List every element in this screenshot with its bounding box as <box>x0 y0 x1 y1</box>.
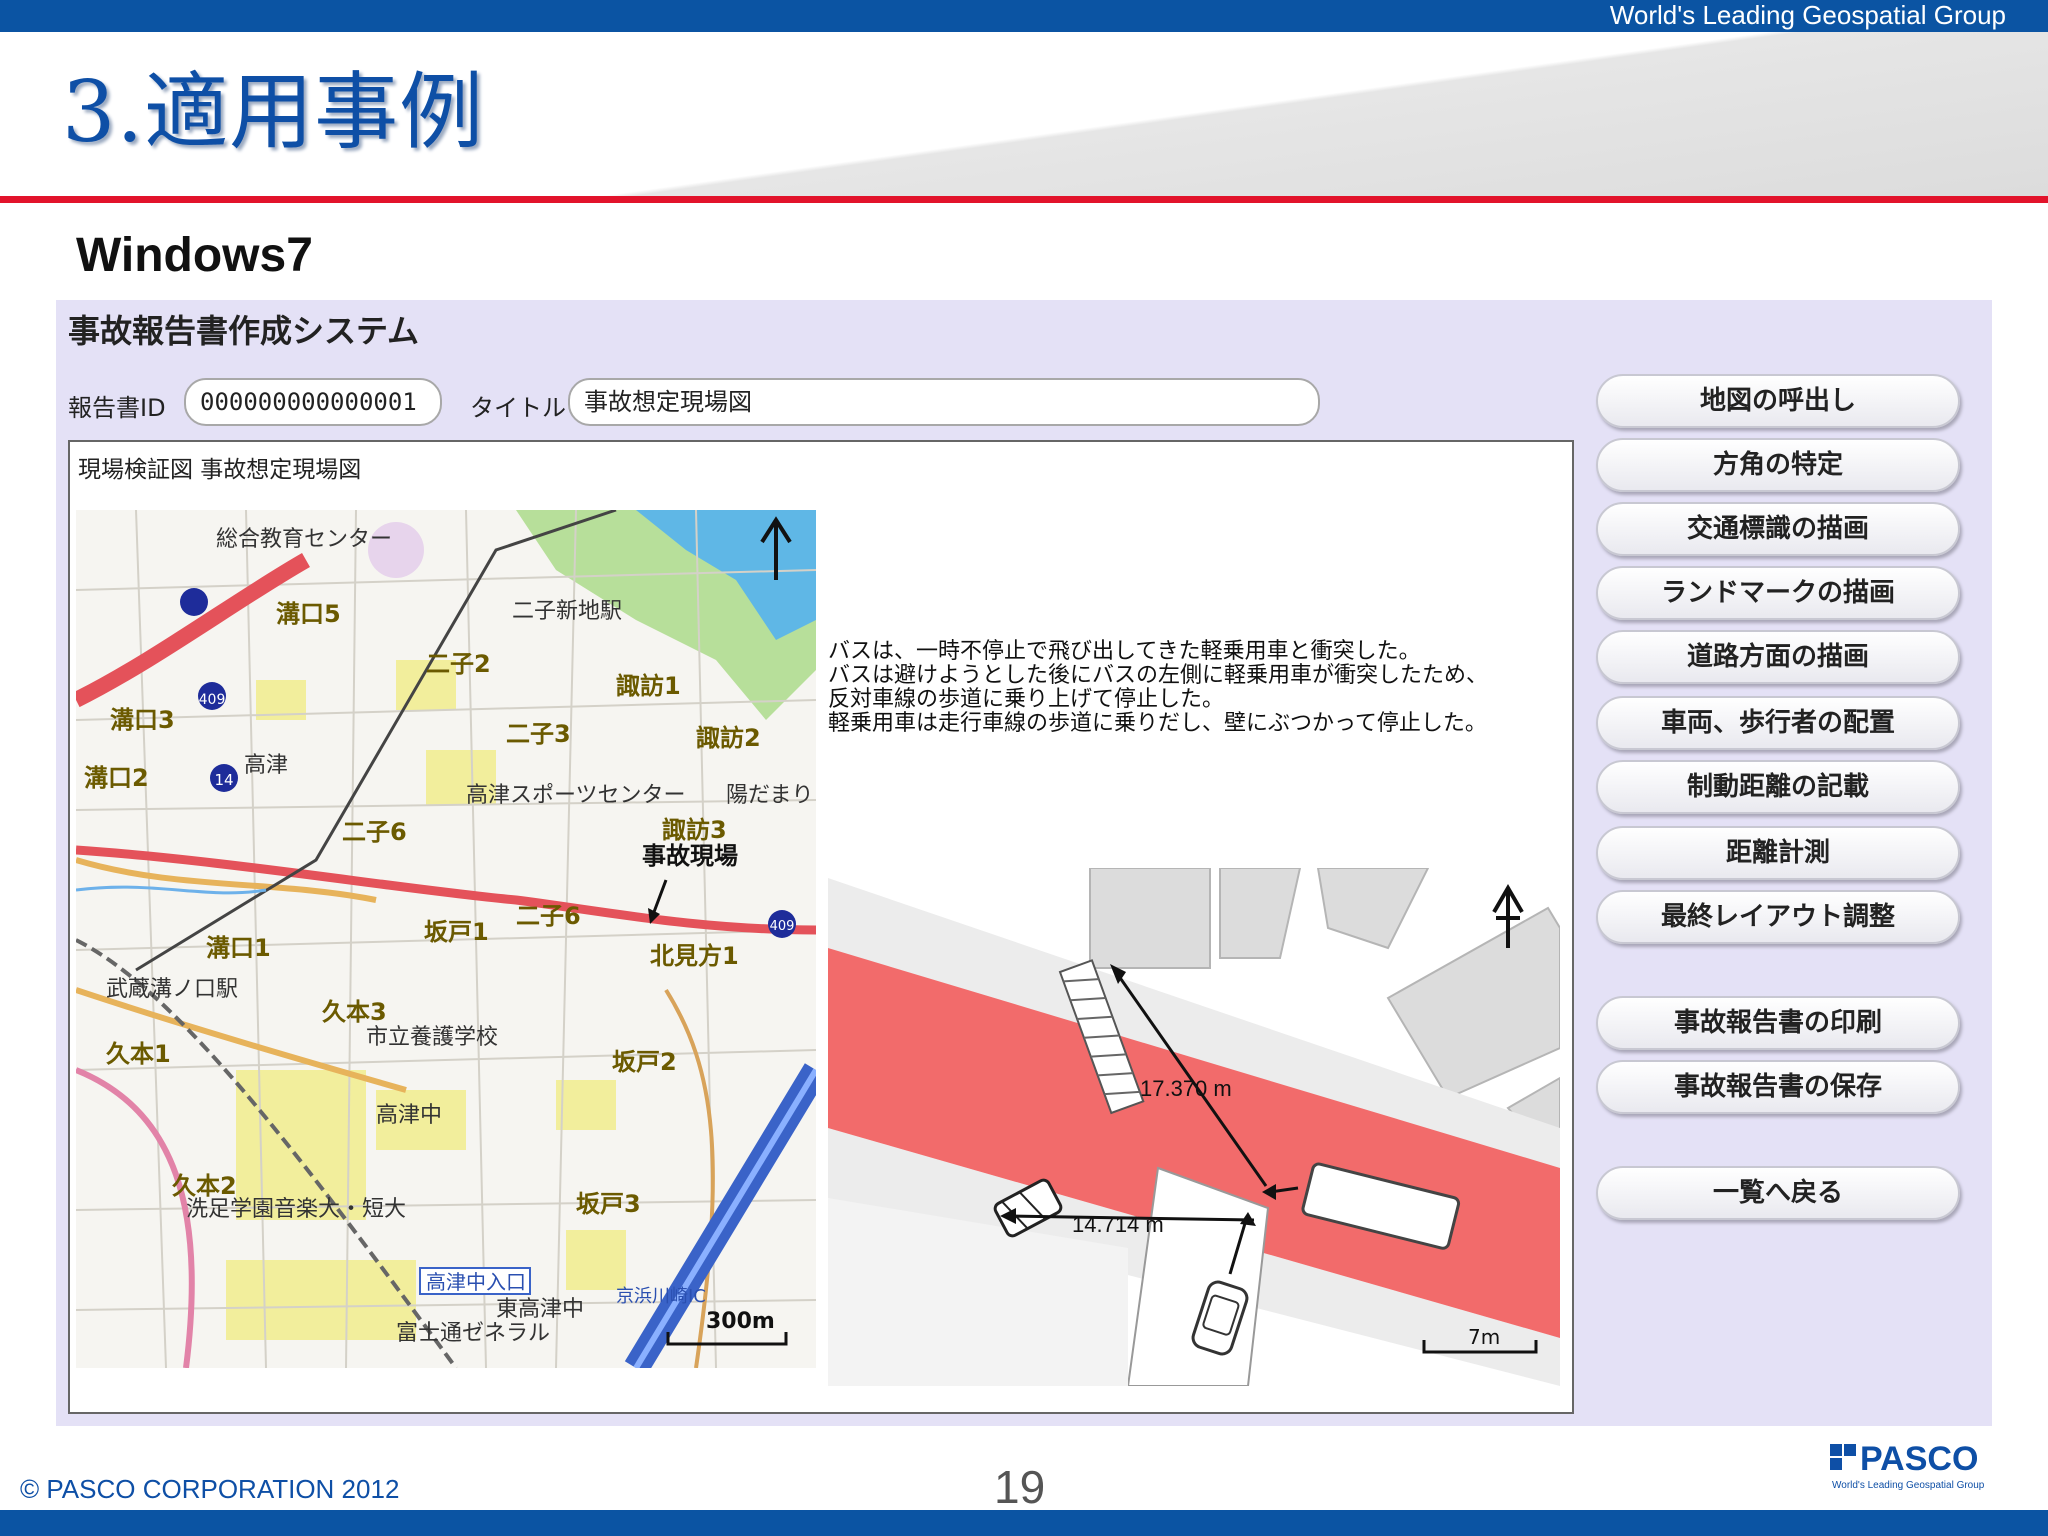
report-title-field[interactable]: 事故想定現場図 <box>568 378 1320 426</box>
pasco-logo: PASCO World's Leading Geospatial Group <box>1830 1440 2000 1492</box>
map-label: 高津スポーツセンター <box>466 783 686 808</box>
measurement-label-2: 14.714 m <box>1072 1212 1164 1237</box>
map-label: 総合教育センター <box>216 527 392 552</box>
back-to-list-button[interactable]: 一覧へ戻る <box>1596 1166 1960 1220</box>
final-layout-button[interactable]: 最終レイアウト調整 <box>1596 890 1960 944</box>
map-scale-label: 300m <box>706 1309 775 1334</box>
copyright-text: © PASCO CORPORATION 2012 <box>20 1474 400 1504</box>
map-label: 二子6 <box>342 818 407 846</box>
accident-diagram-graphic: 17.370 m 14.714 m 7m <box>828 868 1560 1386</box>
header-tagline: World's Leading Geospatial Group <box>1609 0 2006 30</box>
map-label: 東高津中 <box>496 1297 584 1322</box>
canvas-caption: 現場検証図 事故想定現場図 <box>78 457 362 483</box>
description-line: バスは、一時不停止で飛び出してきた軽乗用車と衝突した。 <box>828 639 1421 664</box>
map-label: 溝口3 <box>110 706 175 734</box>
report-id-label: 報告書ID <box>68 394 166 422</box>
save-report-button[interactable]: 事故報告書の保存 <box>1596 1060 1960 1114</box>
map-label: 二子6 <box>516 902 581 930</box>
measure-distance-button[interactable]: 距離計測 <box>1596 826 1960 880</box>
accident-description: バスは、一時不停止で飛び出してきた軽乗用車と衝突した。 バスは避けようとした後に… <box>828 640 1548 736</box>
set-direction-button[interactable]: 方角の特定 <box>1596 438 1960 492</box>
map-label: 洗足学園音楽大・短大 <box>186 1197 406 1222</box>
map-label: 富士通ゼネラル <box>396 1321 550 1346</box>
description-line: 反対車線の歩道に乗り上げて停止した。 <box>828 687 1225 712</box>
route-shield-409b: 409 <box>770 919 795 934</box>
draw-traffic-sign-button[interactable]: 交通標識の描画 <box>1596 502 1960 556</box>
map-graphic: 409 14 409 総合教育センター 二子新地駅 溝口5 二子2 諏訪1 溝口… <box>76 510 816 1368</box>
logo-name: PASCO <box>1860 1440 1978 1478</box>
map-label: 高津中入口 <box>426 1270 526 1294</box>
logo-tagline: World's Leading Geospatial Group <box>1832 1480 1985 1491</box>
slide-subtitle: Windows7 <box>76 229 313 282</box>
location-map[interactable]: 409 14 409 総合教育センター 二子新地駅 溝口5 二子2 諏訪1 溝口… <box>76 510 816 1368</box>
draw-landmark-button[interactable]: ランドマークの描画 <box>1596 566 1960 620</box>
map-label: 京浜川崎IC <box>616 1286 706 1307</box>
map-label: 高津 <box>244 753 288 778</box>
description-line: バスは避けようとした後にバスの左側に軽乗用車が衝突したため、 <box>828 663 1489 688</box>
map-label: 諏訪2 <box>696 724 761 752</box>
map-label: 高津中 <box>376 1103 442 1128</box>
map-label: 諏訪3 <box>662 816 727 844</box>
map-label: 溝口1 <box>206 934 271 962</box>
scale-label: 7m <box>1468 1325 1500 1349</box>
map-label: 北見方1 <box>650 942 739 970</box>
place-vehicles-button[interactable]: 車両、歩行者の配置 <box>1596 696 1960 750</box>
map-label: 二子新地駅 <box>512 599 622 624</box>
print-report-button[interactable]: 事故報告書の印刷 <box>1596 996 1960 1050</box>
measurement-label-1: 17.370 m <box>1140 1076 1232 1101</box>
map-label: 久本1 <box>106 1040 171 1068</box>
map-label: 武蔵溝ノ口駅 <box>106 977 238 1002</box>
report-title-label: タイトル <box>470 394 566 422</box>
map-label: 坂戸3 <box>576 1190 641 1218</box>
map-label: 諏訪1 <box>616 672 681 700</box>
map-label: 二子3 <box>506 720 571 748</box>
route-shield-14: 14 <box>214 771 233 789</box>
description-line: 軽乗用車は走行車線の歩道に乗りだし、壁にぶつかって停止した。 <box>828 711 1487 736</box>
slide-title: 3.適用事例 <box>62 63 485 161</box>
map-label: 二子2 <box>426 650 491 678</box>
title-underline <box>0 196 2048 203</box>
map-label: 市立養護学校 <box>366 1025 498 1050</box>
map-label: 溝口5 <box>276 600 341 628</box>
map-label: 坂戸1 <box>424 918 489 946</box>
map-label: 陽だまり <box>726 783 814 808</box>
map-label: 久本3 <box>322 998 387 1026</box>
load-map-button[interactable]: 地図の呼出し <box>1596 374 1960 428</box>
map-label: 久本2 <box>172 1172 237 1200</box>
map-label: 坂戸2 <box>612 1048 677 1076</box>
footer-bar <box>0 1510 2048 1536</box>
map-label: 溝口2 <box>84 764 149 792</box>
route-shield-409: 409 <box>199 692 226 708</box>
app-title: 事故報告書作成システム <box>68 312 420 350</box>
draw-road-direction-button[interactable]: 道路方面の描画 <box>1596 630 1960 684</box>
record-braking-distance-button[interactable]: 制動距離の記載 <box>1596 760 1960 814</box>
accident-site-label: 事故現場 <box>642 842 738 870</box>
page-number: 19 <box>994 1461 1046 1513</box>
accident-diagram[interactable]: 17.370 m 14.714 m 7m <box>828 868 1560 1386</box>
report-id-field[interactable]: 000000000000001 <box>184 378 442 426</box>
